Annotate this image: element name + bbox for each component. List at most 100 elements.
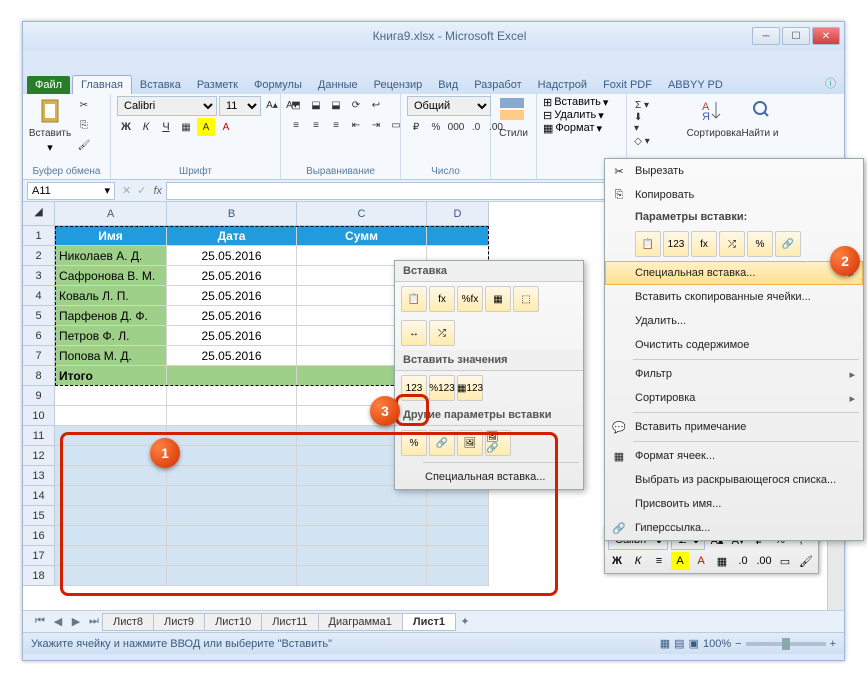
mini-bold-icon[interactable]: Ж [608,552,626,570]
sheet-nav-first-icon[interactable]: ⏮ [31,614,49,630]
col-header[interactable]: C [297,202,427,226]
cell[interactable]: Коваль Л. П. [55,286,167,306]
paste-formulas-number-icon[interactable]: %fx [457,286,483,312]
row-header[interactable]: 7 [23,346,55,366]
fill-color-icon[interactable]: А [197,118,215,136]
ctx-define-name[interactable]: Присвоить имя... [605,492,863,516]
paste-button[interactable]: Вставить ▾ [29,96,71,154]
cell[interactable] [55,406,167,426]
mini-merge-icon[interactable]: ▭ [776,552,794,570]
font-name-select[interactable]: Calibri [117,96,217,116]
tab-dev[interactable]: Разработ [466,76,529,94]
row-header[interactable]: 14 [23,486,55,506]
paste-keep-source-icon[interactable]: ▦ [485,286,511,312]
find-button[interactable]: Найти и [739,96,781,139]
cut-icon[interactable]: ✂ [75,96,93,114]
inc-decimal-icon[interactable]: .0 [467,118,485,136]
col-header[interactable]: D [427,202,489,226]
zoom-slider[interactable] [746,642,826,646]
paste-no-borders-icon[interactable]: ⬚ [513,286,539,312]
sheet-nav-next-icon[interactable]: ▶ [67,614,85,630]
cells-delete[interactable]: ⊟Удалить ▾ [543,109,604,122]
fill-icon[interactable]: ⬇ ▾ [633,114,651,132]
table-header[interactable]: Сумм [297,226,427,246]
ctx-copy[interactable]: ⎘Копировать [605,183,863,207]
paste-transpose-icon[interactable]: ⤮ [429,320,455,346]
font-size-select[interactable]: 11 [219,96,261,116]
paste-values-number-icon[interactable]: %123 [429,375,455,401]
tab-foxit[interactable]: Foxit PDF [595,76,660,94]
cell[interactable]: 25.05.2016 [167,346,297,366]
cell[interactable]: Сафронова В. М. [55,266,167,286]
view-layout-icon[interactable]: ▤ [674,637,684,650]
cell[interactable]: Попова М. Д. [55,346,167,366]
mini-format-painter-icon[interactable]: 🖌 [797,552,815,570]
new-sheet-icon[interactable]: ✦ [456,614,474,630]
ctx-paste-formatting-icon[interactable]: % [747,231,773,257]
mini-font-color-icon[interactable]: А [692,552,710,570]
tab-formulas[interactable]: Формулы [246,76,310,94]
bold-button[interactable]: Ж [117,118,135,136]
col-header[interactable]: A [55,202,167,226]
tab-view[interactable]: Вид [430,76,466,94]
sheet-tab-active[interactable]: Лист1 [402,613,456,631]
ctx-pick-dropdown[interactable]: Выбрать из раскрывающегося списка... [605,468,863,492]
wrap-text-icon[interactable]: ↩ [367,96,385,114]
sheet-tab[interactable]: Лист9 [153,613,205,631]
cancel-formula-icon[interactable]: ✕ [122,184,131,197]
row-header[interactable]: 18 [23,566,55,586]
row-header[interactable]: 3 [23,266,55,286]
row-header[interactable]: 11 [23,426,55,446]
tab-abbyy[interactable]: ABBYY PD [660,76,731,94]
italic-button[interactable]: К [137,118,155,136]
ctx-paste-values-icon[interactable]: 123 [663,231,689,257]
mini-inc-decimal-icon[interactable]: .00 [755,552,773,570]
cell[interactable]: 25.05.2016 [167,326,297,346]
close-button[interactable]: ✕ [812,27,840,45]
cell[interactable]: 25.05.2016 [167,266,297,286]
tab-review[interactable]: Рецензир [366,76,431,94]
row-header[interactable]: 17 [23,546,55,566]
font-color-icon[interactable]: А [217,118,235,136]
cell[interactable]: 25.05.2016 [167,246,297,266]
orientation-icon[interactable]: ⟳ [347,96,365,114]
tab-home[interactable]: Главная [72,75,132,94]
view-pagebreak-icon[interactable]: ▣ [689,637,699,650]
mini-italic-icon[interactable]: К [629,552,647,570]
zoom-in-icon[interactable]: + [830,638,836,650]
copy-icon[interactable]: ⎘ [75,116,93,134]
table-header[interactable]: Имя [55,226,167,246]
help-icon[interactable]: ⓘ [817,72,844,94]
tab-addins[interactable]: Надстрой [530,76,595,94]
underline-button[interactable]: Ч [157,118,175,136]
minimize-button[interactable]: ─ [752,27,780,45]
ctx-sort[interactable]: Сортировка▸ [605,386,863,410]
mini-border-icon[interactable]: ▦ [713,552,731,570]
ctx-clear[interactable]: Очистить содержимое [605,333,863,357]
ctx-paste-special[interactable]: Специальная вставка...▸ [605,261,863,285]
select-all-corner[interactable]: ◢ [23,202,55,226]
mini-align-icon[interactable]: ≡ [650,552,668,570]
ctx-filter[interactable]: Фильтр▸ [605,362,863,386]
cells-format[interactable]: ▦Формат ▾ [543,122,602,135]
col-header[interactable]: B [167,202,297,226]
tab-insert[interactable]: Вставка [132,76,189,94]
row-header[interactable]: 12 [23,446,55,466]
paste-all-icon[interactable]: 📋 [401,286,427,312]
grow-font-icon[interactable]: A▴ [263,96,281,114]
mini-dec-decimal-icon[interactable]: .0 [734,552,752,570]
row-header[interactable]: 13 [23,466,55,486]
name-box[interactable]: A11▾ [27,182,115,200]
percent-icon[interactable]: % [427,118,445,136]
cell[interactable] [427,226,489,246]
cells-insert[interactable]: ⊞Вставить ▾ [543,96,608,109]
sheet-tab[interactable]: Лист11 [261,613,318,631]
sheet-tab[interactable]: Диаграмма1 [318,613,403,631]
row-header[interactable]: 10 [23,406,55,426]
row-header[interactable]: 16 [23,526,55,546]
mini-fill-color-icon[interactable]: А [671,552,689,570]
row-header[interactable]: 1 [23,226,55,246]
number-format-select[interactable]: Общий [407,96,491,116]
cell[interactable]: Итого [55,366,167,386]
cell[interactable]: Петров Ф. Л. [55,326,167,346]
